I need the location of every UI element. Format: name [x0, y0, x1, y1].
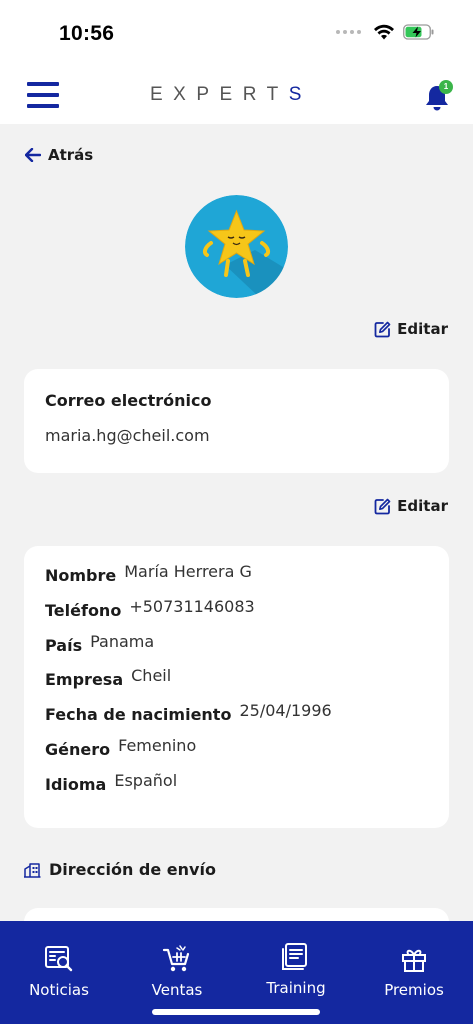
- nav-item-premios[interactable]: Premios: [355, 943, 473, 999]
- hamburger-menu-icon[interactable]: [27, 82, 59, 108]
- nav-label: Ventas: [151, 981, 203, 999]
- info-label: Empresa: [45, 670, 124, 690]
- info-row-genero: Género Femenino: [45, 736, 428, 775]
- cellular-signal-icon: [336, 30, 361, 34]
- info-row-idioma: Idioma Español: [45, 771, 428, 810]
- edit-label: Editar: [397, 497, 448, 515]
- info-value: +50731146083: [129, 596, 255, 616]
- arrow-left-icon: [25, 148, 41, 162]
- edit-email-button[interactable]: Editar: [374, 320, 448, 338]
- info-value: 25/04/1996: [239, 701, 332, 721]
- wifi-icon: [374, 24, 394, 40]
- info-label: Género: [45, 739, 111, 759]
- notification-badge: 1: [439, 80, 453, 94]
- email-title: Correo electrónico: [45, 391, 212, 410]
- avatar[interactable]: [185, 195, 288, 298]
- edit-icon: [374, 321, 391, 337]
- info-value: María Herrera G: [124, 562, 252, 581]
- home-indicator[interactable]: [152, 1009, 320, 1015]
- news-icon: [45, 946, 73, 972]
- battery-icon: [403, 24, 434, 40]
- nav-label: Premios: [384, 981, 444, 999]
- email-card: Correo electrónico maria.hg@cheil.com: [24, 369, 449, 473]
- edit-personal-info-button[interactable]: Editar: [374, 497, 448, 515]
- info-value: Cheil: [131, 666, 172, 686]
- info-label: Fecha de nacimiento: [45, 705, 232, 725]
- info-label: Nombre: [45, 566, 117, 585]
- brand-main: EXPERT: [150, 84, 289, 105]
- training-icon: [282, 943, 307, 970]
- email-value: maria.hg@cheil.com: [45, 426, 210, 445]
- info-value: Español: [114, 770, 178, 790]
- building-icon: [24, 862, 41, 878]
- personal-info-card: Nombre María Herrera G Teléfono +5073114…: [24, 546, 449, 828]
- brand-accent: S: [288, 84, 312, 105]
- info-label: País: [45, 635, 83, 655]
- shipping-address-title: Dirección de envío: [49, 860, 216, 879]
- nav-item-ventas[interactable]: Ventas: [118, 943, 236, 999]
- brand-logo: EXPERTS: [150, 84, 312, 106]
- shipping-address-heading: Dirección de envío: [24, 860, 216, 879]
- status-time: 10:56: [59, 22, 115, 45]
- info-label: Idioma: [45, 774, 107, 794]
- star-mascot-icon: [185, 195, 288, 298]
- notifications-button[interactable]: 1: [424, 80, 454, 112]
- gift-icon: [402, 949, 426, 972]
- back-button[interactable]: Atrás: [25, 146, 93, 164]
- back-label: Atrás: [48, 146, 94, 164]
- info-row-pais: País Panama: [45, 632, 428, 671]
- info-row-telefono: Teléfono +50731146083: [45, 597, 428, 636]
- nav-item-noticias[interactable]: Noticias: [0, 943, 118, 999]
- info-row-nombre: Nombre María Herrera G: [45, 562, 428, 601]
- bottom-navigation: Noticias Ventas Training Premios: [0, 921, 473, 1024]
- nav-label: Training: [266, 979, 326, 997]
- status-icons: [336, 24, 435, 40]
- status-bar: 10:56: [0, 0, 473, 70]
- cart-icon: [162, 945, 190, 972]
- info-row-empresa: Empresa Cheil: [45, 666, 428, 705]
- nav-item-training[interactable]: Training: [237, 941, 355, 997]
- app-header: EXPERTS 1: [0, 70, 473, 124]
- info-row-fecha-nacimiento: Fecha de nacimiento 25/04/1996: [45, 701, 428, 740]
- nav-label: Noticias: [29, 981, 89, 999]
- edit-icon: [374, 498, 391, 514]
- info-label: Teléfono: [45, 600, 122, 620]
- info-value: Femenino: [118, 735, 197, 755]
- edit-label: Editar: [397, 320, 448, 338]
- info-value: Panama: [90, 631, 155, 651]
